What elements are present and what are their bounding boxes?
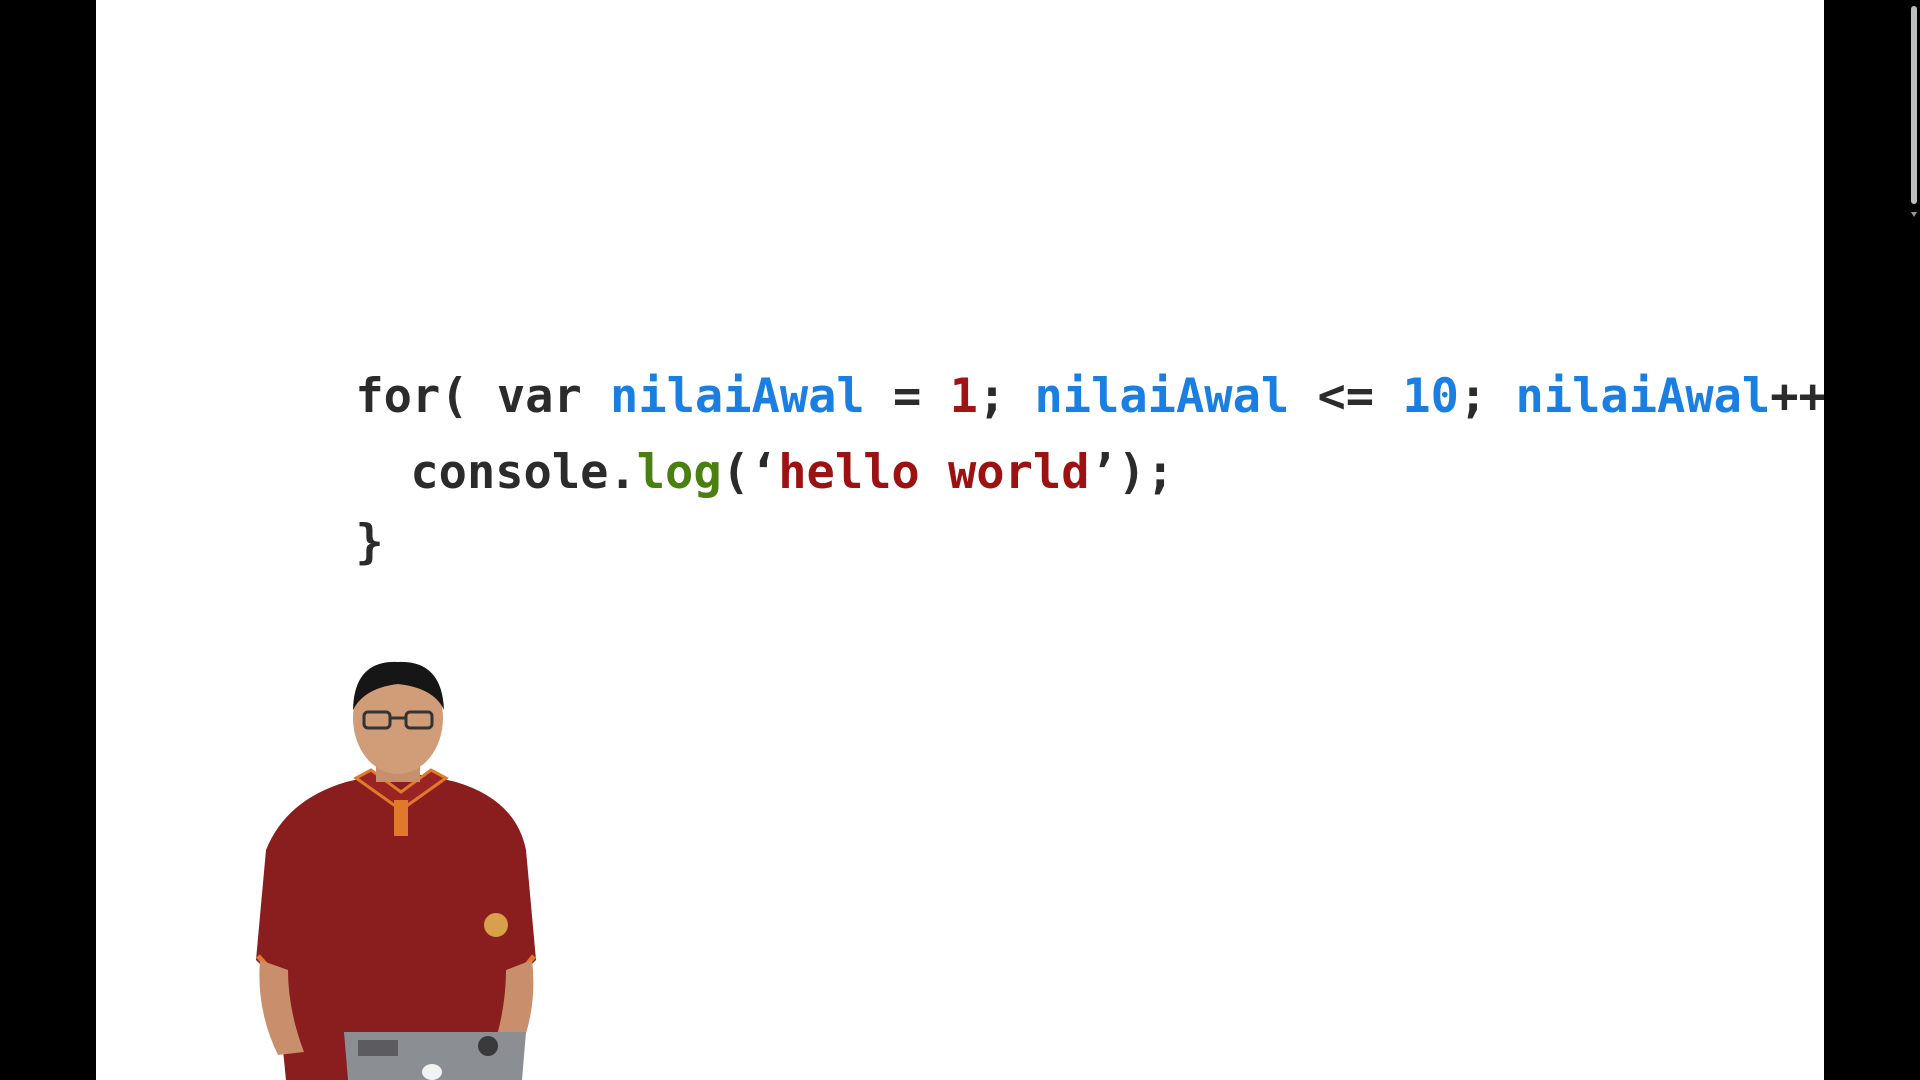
code-token: hello world [778, 445, 1090, 500]
code-token: nilaiAwal [1515, 369, 1771, 424]
code-token: (‘ [721, 445, 779, 500]
laptop-logo-icon [422, 1064, 442, 1080]
laptop-sticker-right [478, 1036, 498, 1056]
chevron-down-icon[interactable] [1911, 212, 1917, 217]
code-line-closing-brace: } [129, 472, 384, 613]
presenter-placket [394, 800, 408, 836]
video-viewport: for( var nilaiAwal = 1; nilaiAwal <= 10;… [0, 0, 1920, 1080]
presenter-pocket-logo [484, 913, 508, 937]
scrollbar[interactable] [1908, 0, 1920, 1080]
code-token: log [636, 445, 722, 500]
scrollbar-thumb[interactable] [1911, 6, 1917, 204]
code-token: ++ ) { [1770, 369, 1824, 424]
code-token: ’); [1089, 445, 1175, 500]
code-token: } [355, 515, 384, 570]
presenter-figure [256, 661, 536, 1080]
code-token: <= [1289, 369, 1403, 424]
code-token: console. [410, 445, 637, 500]
code-block: for( var nilaiAwal = 1; nilaiAwal <= 10;… [129, 326, 1824, 566]
code-token: 10 [1402, 369, 1459, 424]
code-token: ; [1458, 369, 1516, 424]
laptop-sticker-left [358, 1040, 398, 1056]
video-frame[interactable]: for( var nilaiAwal = 1; nilaiAwal <= 10;… [96, 0, 1824, 1080]
